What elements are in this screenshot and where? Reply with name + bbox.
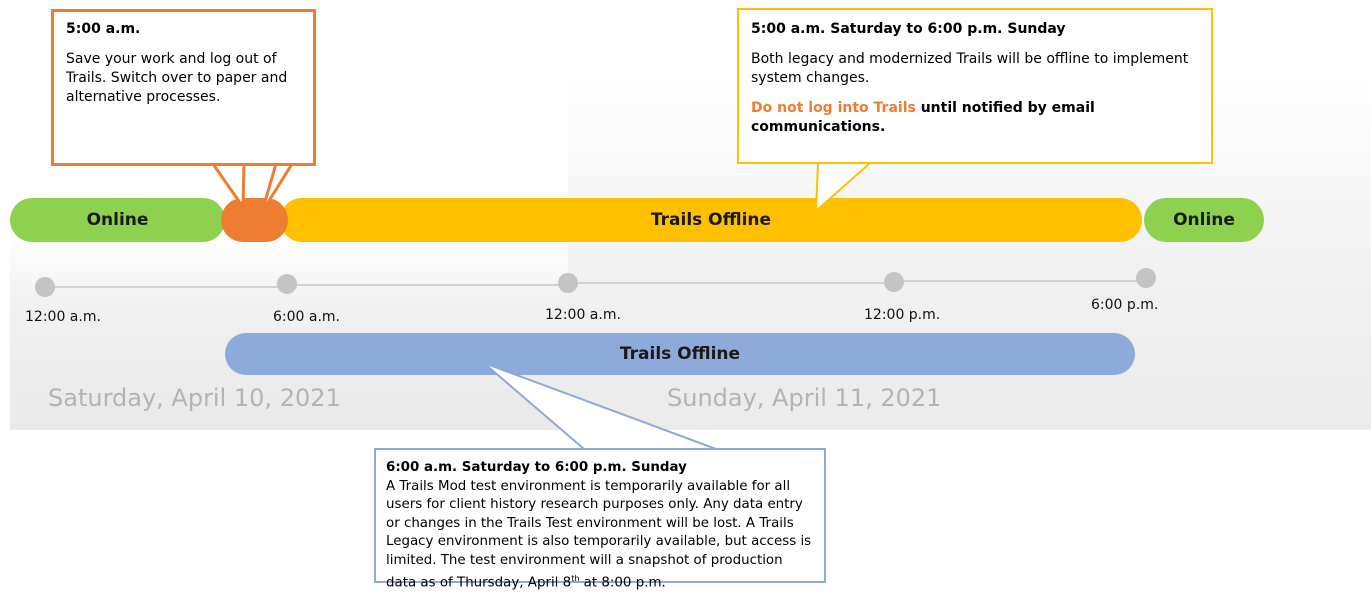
offline-callout-warning-line: Do not log into Trails until notified by…: [751, 99, 1199, 137]
logout-callout-title: 5:00 a.m.: [66, 21, 141, 37]
logout-callout-body: Save your work and log out of Trails. Sw…: [66, 51, 288, 105]
test-env-body-text: A Trails Mod test environment is tempora…: [386, 478, 812, 591]
offline-callout-title: 5:00 a.m. Saturday to 6:00 p.m. Sunday: [751, 21, 1066, 37]
do-not-log-in-warning: Do not log into Trails: [751, 100, 916, 116]
offline-callout-body: Both legacy and modernized Trails will b…: [751, 51, 1189, 86]
test-env-body-end: at 8:00 p.m.: [579, 575, 666, 591]
test-env-callout-title: 6:00 a.m. Saturday to 6:00 p.m. Sunday: [386, 460, 687, 475]
offline-callout: 5:00 a.m. Saturday to 6:00 p.m. Sunday B…: [737, 8, 1213, 164]
test-env-callout-body: A Trails Mod test environment is tempora…: [386, 478, 814, 593]
logout-callout: 5:00 a.m. Save your work and log out of …: [51, 9, 316, 166]
test-env-callout: 6:00 a.m. Saturday to 6:00 p.m. Sunday A…: [374, 448, 826, 590]
